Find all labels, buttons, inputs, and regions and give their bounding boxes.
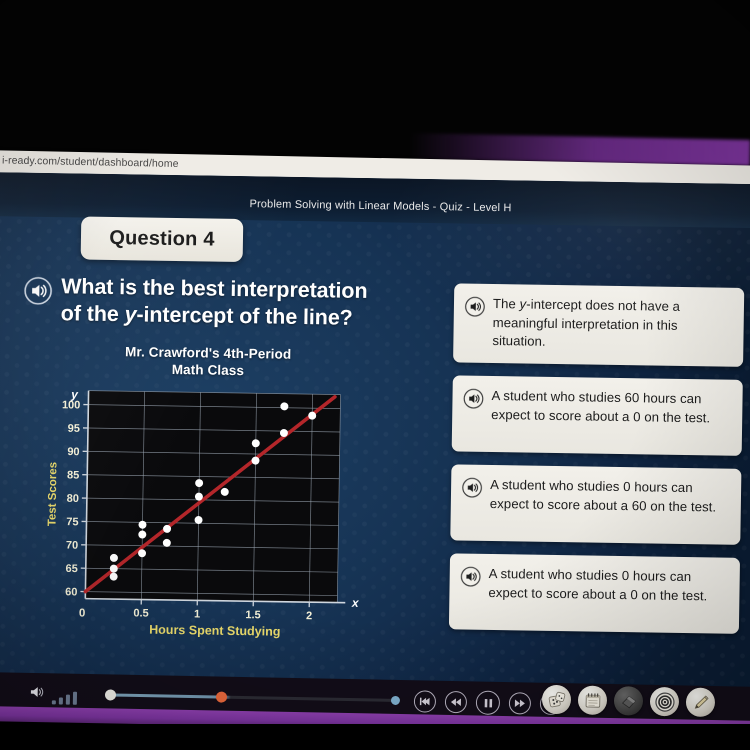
tool-palette: [541, 684, 716, 718]
choice-a-pre: The: [492, 295, 520, 312]
scatter-chart-svg: 6065707580859095100 0.5 1 1.5 2 y x 0 Te…: [46, 387, 360, 639]
y-tick-label: 65: [65, 563, 77, 575]
bottom-bezel: [0, 724, 750, 750]
choice-b-post: A student who studies 60 hours can expec…: [491, 388, 711, 426]
y-tick-label: 95: [68, 423, 80, 435]
answer-choice-c[interactable]: A student who studies 0 hours can expect…: [450, 464, 742, 546]
speaker-icon[interactable]: [463, 389, 484, 409]
speaker-icon[interactable]: [460, 567, 481, 587]
origin-label: 0: [79, 608, 86, 620]
x-axis-ticks: 0.5 1 1.5 2: [133, 599, 312, 622]
question-line-2-pre: of the: [60, 301, 125, 327]
volume-bar-1: [51, 700, 56, 705]
answer-choice-d[interactable]: A student who studies 0 hours can expect…: [448, 553, 741, 635]
y-tick-label: 75: [66, 516, 78, 528]
eraser-tool[interactable]: [613, 686, 644, 716]
question-text: What is the best interpretation of the y…: [61, 273, 368, 332]
speaker-icon[interactable]: [465, 296, 485, 317]
screen-photo: i-ready.com/student/dashboard/home Probl…: [0, 0, 750, 750]
answer-choice-b-text: A student who studies 60 hours can expec…: [491, 387, 729, 428]
quiz-screen: Problem Solving with Linear Models - Qui…: [0, 172, 750, 715]
question-line-2-post: -intercept of the line?: [136, 302, 353, 330]
choice-c-post: A student who studies 0 hours can expect…: [489, 477, 717, 515]
y-tick-label: 85: [67, 470, 79, 482]
dice-tool[interactable]: [541, 684, 572, 715]
y-tick-label: 70: [66, 540, 78, 552]
choice-d-post: A student who studies 0 hours can expect…: [488, 566, 708, 604]
x-tick-label: 2: [306, 610, 312, 622]
target-tool[interactable]: [649, 686, 680, 717]
speaker-icon[interactable]: [24, 277, 52, 305]
answer-choice-a[interactable]: The y-intercept does not have a meaningf…: [453, 283, 745, 368]
answer-choice-a-text: The y-intercept does not have a meaningf…: [492, 295, 730, 355]
volume-bar-2: [58, 697, 63, 705]
y-axis-label: Test Scores: [46, 462, 59, 527]
x-tick-label: 1: [194, 608, 200, 620]
volume-control[interactable]: [30, 685, 78, 705]
answer-choice-list: The y-intercept does not have a meaningf…: [448, 283, 745, 635]
y-axis-ticks: 6065707580859095100: [62, 399, 89, 599]
volume-bar-4: [72, 691, 78, 705]
question-row: What is the best interpretation of the y…: [24, 273, 445, 334]
skip-to-start-button[interactable]: [413, 690, 437, 713]
y-tick-label: 80: [67, 493, 79, 505]
scatter-chart: 60 65 70 75 80 85 90 95 100 0.5 1 1.5 2 y x 0: [39, 380, 373, 645]
question-column: What is the best interpretation of the y…: [19, 273, 445, 647]
volume-bar-3: [65, 694, 71, 705]
y-tick-label: 60: [65, 586, 77, 598]
answer-choice-d-text: A student who studies 0 hours can expect…: [488, 565, 726, 606]
answer-choice-b[interactable]: A student who studies 60 hours can expec…: [451, 375, 743, 457]
question-line-2-italic: y: [124, 302, 137, 327]
seek-slider[interactable]: [104, 688, 401, 705]
y-tick-label: 90: [67, 446, 79, 458]
x-axis-label: Hours Spent Studying: [149, 623, 280, 639]
notepad-tool[interactable]: [577, 685, 608, 715]
pencil-tool[interactable]: [685, 687, 716, 718]
rewind-button[interactable]: [444, 690, 468, 714]
x-tick-label: 1.5: [245, 609, 260, 621]
x-axis-symbol: x: [351, 596, 360, 610]
question-line-2: of the y-intercept of the line?: [61, 300, 368, 332]
transport-controls: [413, 689, 563, 716]
seek-handle-start[interactable]: [104, 688, 117, 701]
question-number-badge: Question 4: [80, 216, 244, 263]
question-number-label: Question 4: [109, 226, 215, 251]
seek-handle-end[interactable]: [390, 695, 401, 705]
chart-title: Mr. Crawford's 4th-Period Math Class: [43, 343, 373, 381]
speaker-icon[interactable]: [462, 478, 482, 498]
answer-choice-c-text: A student who studies 0 hours can expect…: [490, 476, 728, 517]
pause-button[interactable]: [475, 690, 501, 715]
fast-forward-button[interactable]: [508, 692, 532, 715]
volume-icon[interactable]: [30, 685, 47, 704]
x-tick-label: 0.5: [133, 607, 148, 619]
address-bar-url[interactable]: i-ready.com/student/dashboard/home: [2, 154, 179, 170]
seek-handle-playhead[interactable]: [215, 690, 228, 703]
